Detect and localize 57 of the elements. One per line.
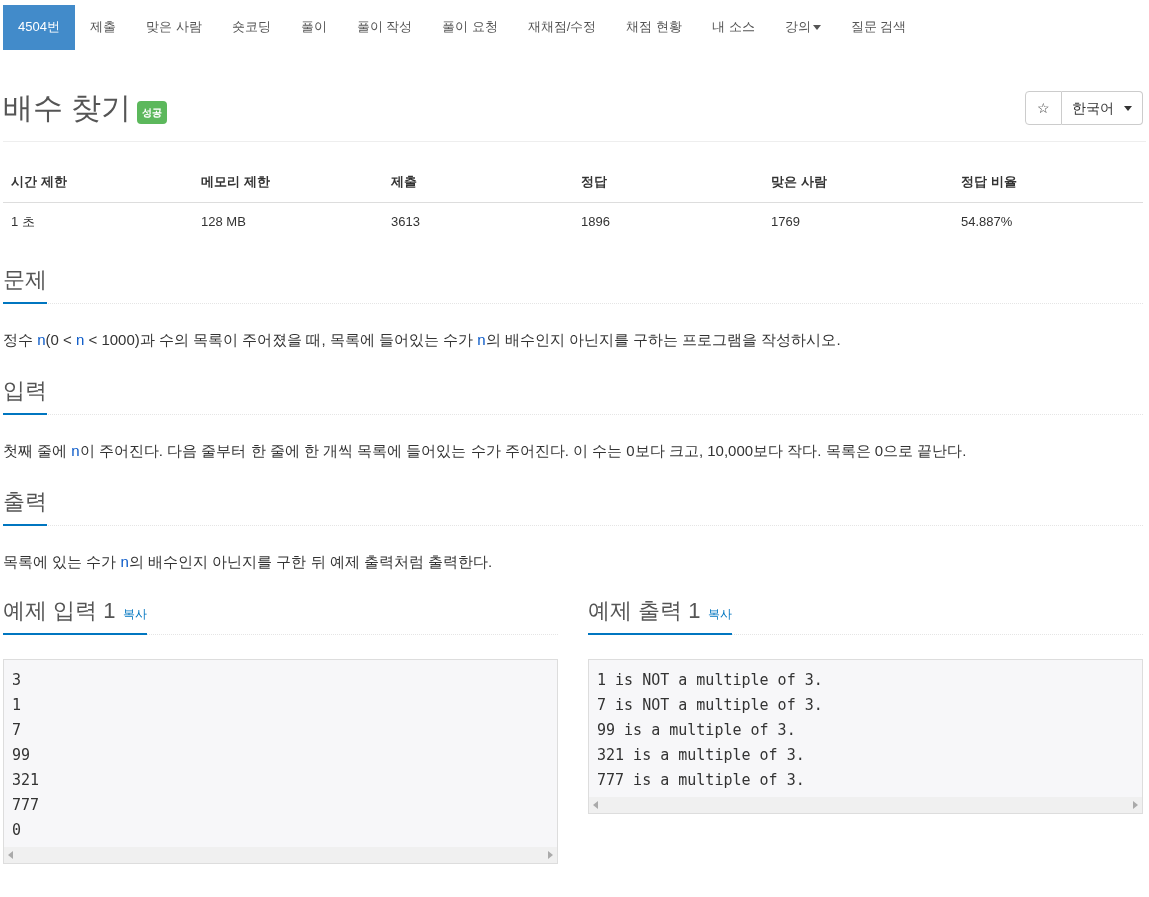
- section-text: 첫째 줄에 n이 주어진다. 다음 줄부터 한 줄에 한 개씩 목록에 들어있는 수가 주어진다. 이 수는 0보다 크고, 10,000보다 작다. 목록은 0으로 끝난다.: [3, 440, 968, 461]
- code-line: 1 is NOT a multiple of 3.: [597, 669, 824, 691]
- table-cell: 1 초: [11, 213, 35, 229]
- nav-tab[interactable]: 풀이 요청: [427, 4, 513, 50]
- column-header: 메모리 제한: [201, 174, 270, 189]
- section-heading: 예제 입력 1: [3, 597, 116, 625]
- column-header: 제출: [391, 174, 417, 189]
- section-text: 목록에 있는 수가 n의 배수인지 아닌지를 구한 뒤 예제 출력처럼 출력한다.: [3, 551, 494, 572]
- scroll-right-icon[interactable]: [1133, 800, 1138, 809]
- code-line: 321: [12, 769, 41, 791]
- column-header: 정답 비율: [961, 174, 1017, 189]
- table-cell: 3613: [391, 213, 420, 229]
- horizontal-scrollbar[interactable]: [589, 796, 1142, 813]
- column-header: 시간 제한: [11, 174, 67, 189]
- column-header: 정답: [581, 174, 607, 189]
- copy-link[interactable]: 복사: [708, 605, 733, 623]
- nav-tab[interactable]: 강의: [769, 4, 836, 50]
- nav-tab[interactable]: 내 소스: [697, 4, 770, 50]
- caret-icon: [1124, 105, 1132, 111]
- section-heading: 문제: [3, 266, 47, 294]
- table-cell: 128 MB: [201, 213, 246, 229]
- scroll-left-icon[interactable]: [593, 800, 598, 809]
- code-line: 7 is NOT a multiple of 3.: [597, 694, 824, 716]
- section-text: 정수 n(0 < n < 1000)과 수의 목록이 주어졌을 때, 목록에 들어있는 수가 n의 배수인지 아닌지를 구하는 프로그램을 작성하시오.: [3, 329, 842, 350]
- table-cell: 1769: [771, 213, 800, 229]
- nav-tab[interactable]: 맞은 사람: [130, 4, 217, 50]
- code-line: 321 is a multiple of 3.: [597, 744, 806, 766]
- nav-tab[interactable]: 질문 검색: [835, 4, 922, 50]
- nav-tab[interactable]: 채점 현황: [611, 4, 698, 50]
- section-heading: 예제 출력 1: [588, 597, 701, 625]
- code-line: 777 is a multiple of 3.: [597, 769, 806, 791]
- code-line: 3: [12, 669, 23, 691]
- code-line: 99: [12, 744, 32, 766]
- table-cell: 1896: [581, 213, 610, 229]
- scroll-left-icon[interactable]: [8, 850, 13, 859]
- nav-tab[interactable]: 재채점/수정: [512, 4, 612, 50]
- code-line: 1: [12, 694, 23, 716]
- nav-tab[interactable]: 풀이 작성: [341, 4, 428, 50]
- column-header: 맞은 사람: [771, 174, 827, 189]
- section-heading: 입력: [3, 377, 47, 405]
- problem-title: 배수 찾기: [3, 93, 132, 123]
- nav-tab[interactable]: 제출: [74, 4, 131, 50]
- code-line: 99 is a multiple of 3.: [597, 719, 797, 741]
- code-line: 0: [12, 819, 23, 841]
- code-line: 777: [12, 794, 41, 816]
- copy-link[interactable]: 복사: [123, 605, 148, 623]
- language-dropdown[interactable]: 한국어: [1062, 91, 1143, 125]
- section-heading: 출력: [3, 488, 47, 516]
- favorite-button[interactable]: ☆: [1025, 91, 1062, 125]
- nav-tab[interactable]: 4504번: [3, 4, 75, 50]
- nav-tab[interactable]: 풀이: [285, 4, 342, 50]
- code-line: 7: [12, 719, 23, 741]
- scroll-right-icon[interactable]: [548, 850, 553, 859]
- horizontal-scrollbar[interactable]: [4, 846, 557, 863]
- nav-tab[interactable]: 숏코딩: [216, 4, 286, 50]
- table-cell: 54.887%: [961, 213, 1013, 229]
- status-badge: 성공: [137, 100, 168, 124]
